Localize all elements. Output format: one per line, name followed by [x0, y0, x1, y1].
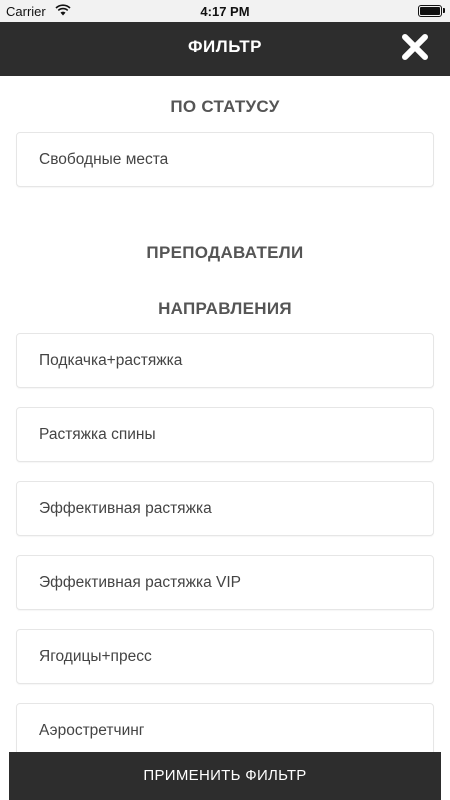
filter-item-label: Ягодицы+пресс: [39, 648, 152, 665]
filter-item-label: Аэростретчинг: [39, 722, 145, 739]
header-bar: ФИЛЬТР: [0, 22, 450, 76]
filter-item-direction[interactable]: Растяжка спины: [16, 407, 434, 462]
filter-item-direction[interactable]: Ягодицы+пресс: [16, 629, 434, 684]
filter-item-free-places[interactable]: Свободные места: [16, 132, 434, 187]
section-title-directions: НАПРАВЛЕНИЯ: [158, 299, 292, 318]
close-icon[interactable]: [400, 32, 430, 62]
page-title: ФИЛЬТР: [188, 37, 262, 56]
filter-item-direction[interactable]: Эффективная растяжка: [16, 481, 434, 536]
filter-item-label: Растяжка спины: [39, 426, 156, 443]
filter-item-direction[interactable]: Подкачка+растяжка: [16, 333, 434, 388]
filter-item-label: Эффективная растяжка VIP: [39, 574, 241, 591]
section-title-status: ПО СТАТУСУ: [170, 97, 280, 116]
apply-filter-button[interactable]: ПРИМЕНИТЬ ФИЛЬТР: [9, 752, 441, 800]
status-time: 4:17 PM: [200, 4, 250, 19]
filter-item-direction[interactable]: Аэростретчинг: [16, 703, 434, 758]
filter-item-direction[interactable]: Эффективная растяжка VIP: [16, 555, 434, 610]
section-title-teachers[interactable]: ПРЕПОДАВАТЕЛИ: [0, 243, 450, 263]
filter-item-label: Эффективная растяжка: [39, 500, 212, 517]
filter-item-label: Свободные места: [39, 151, 169, 168]
status-bar: Carrier 4:17 PM: [0, 0, 450, 22]
filter-item-label: Подкачка+растяжка: [39, 352, 183, 369]
battery-icon: [418, 5, 445, 17]
